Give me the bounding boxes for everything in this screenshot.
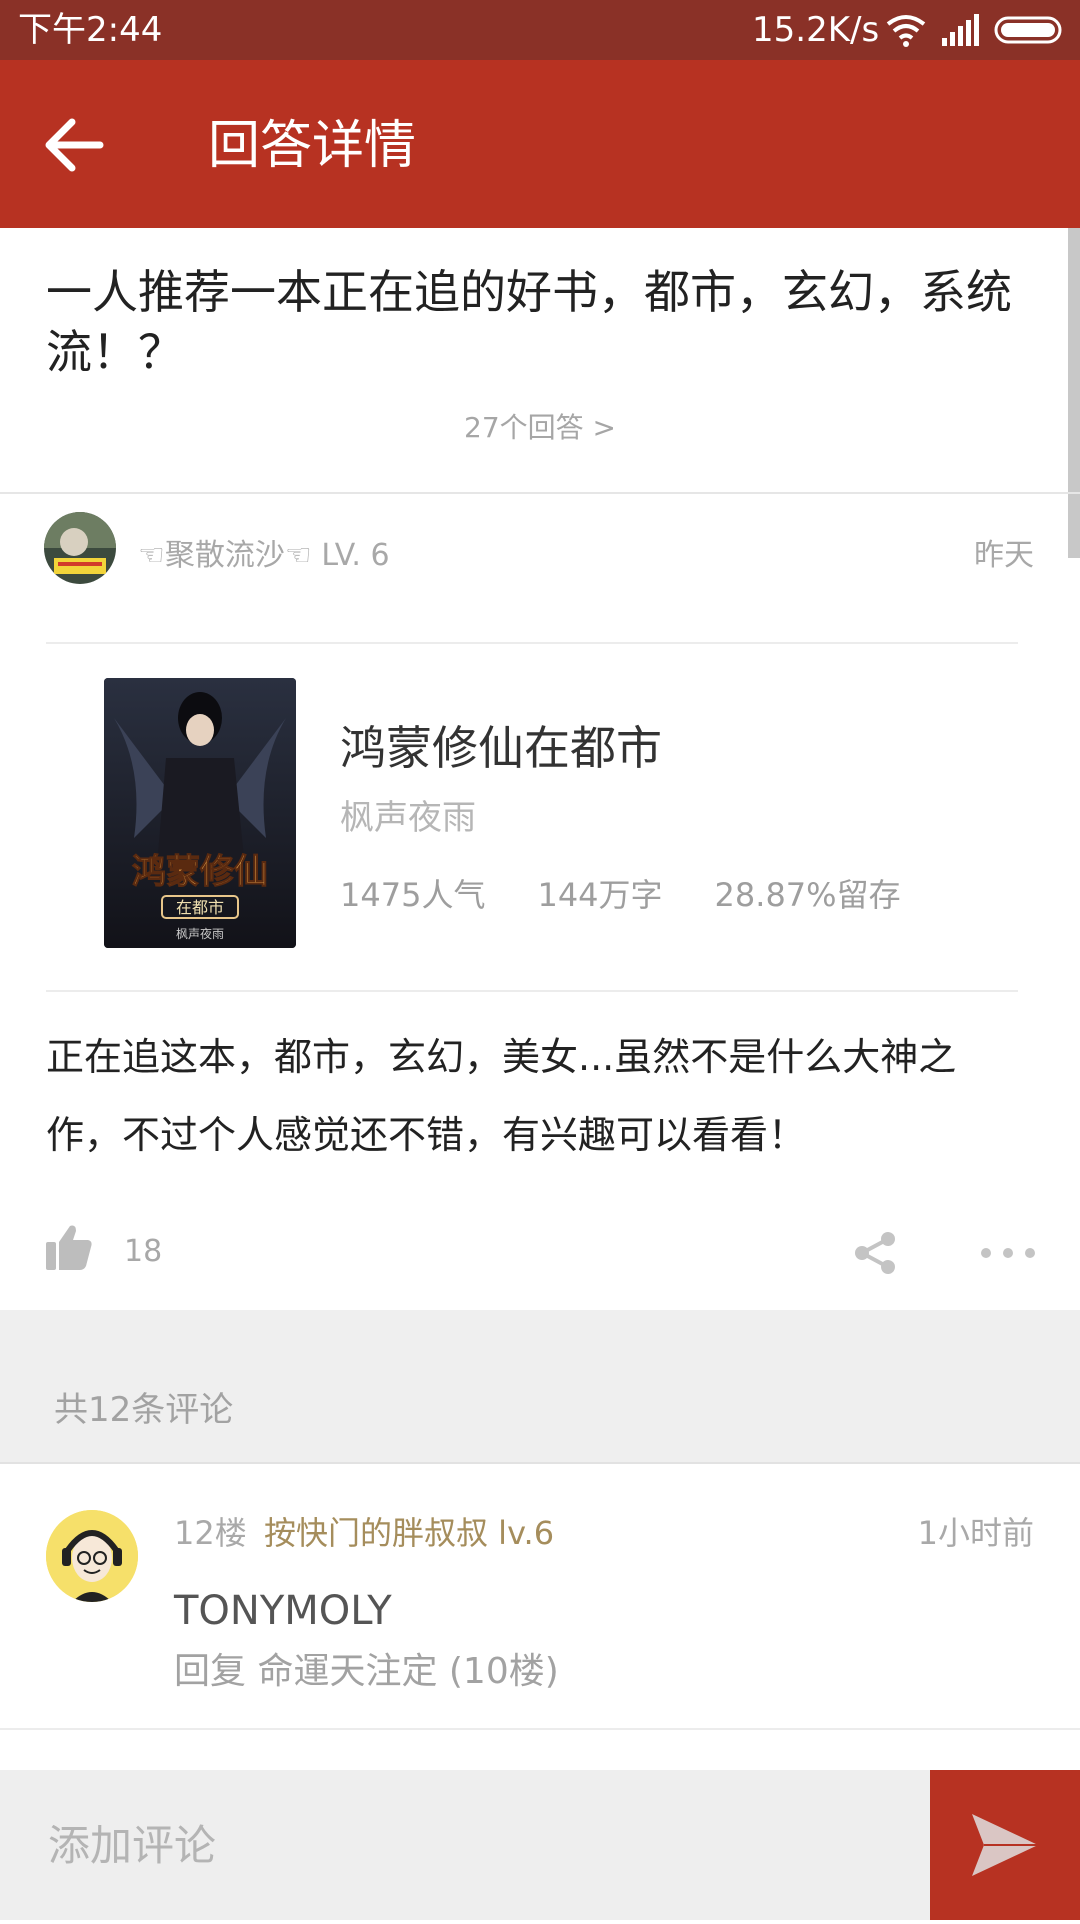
book-retention: 28.87%留存 xyxy=(714,876,901,914)
signal-icon xyxy=(942,14,979,46)
post-time: 昨天 xyxy=(974,538,1034,573)
divider xyxy=(0,492,1080,494)
author-name[interactable]: ☜聚散流沙☜ LV. 6 xyxy=(138,530,390,574)
wifi-icon xyxy=(886,15,926,47)
status-time: 下午2:44 xyxy=(18,10,163,50)
divider xyxy=(46,642,1018,644)
network-speed: 15.2K/s xyxy=(752,10,880,50)
question-title: 一人推荐一本正在追的好书，都市，玄幻，系统流！？ xyxy=(46,265,1012,379)
commenter-avatar[interactable] xyxy=(46,1510,138,1602)
book-cover[interactable]: 鸿蒙修仙 在都市 枫声夜雨 xyxy=(104,678,296,948)
comment-input[interactable] xyxy=(0,1770,930,1920)
status-bar: 下午2:44 15.2K/s xyxy=(0,0,1080,60)
book-title[interactable]: 鸿蒙修仙在都市 xyxy=(340,712,662,778)
share-icon[interactable] xyxy=(852,1230,898,1276)
app-bar: 回答详情 xyxy=(0,60,1080,228)
like-count: 18 xyxy=(124,1234,163,1269)
scrollbar-thumb[interactable] xyxy=(1068,228,1080,558)
book-stats: 1475人气 144万字 28.87%留存 xyxy=(340,870,953,916)
comment-item[interactable]: 12楼 按快门的胖叔叔 lv.6 1小时前 TONYMOLY 回复 命運天注定 … xyxy=(0,1464,1080,1730)
comment-floor: 12楼 xyxy=(174,1514,247,1552)
answer-text: 正在追这本，都市，玄幻，美女...虽然不是什么大神之作，不过个人感觉还不错，有兴… xyxy=(46,1035,957,1157)
page-title: 回答详情 xyxy=(208,116,417,176)
book-cover-author: 枫声夜雨 xyxy=(176,926,224,941)
comments-count: 共12条评论 xyxy=(54,1390,234,1430)
book-cover-title: 鸿蒙修仙 xyxy=(132,852,268,892)
comment-time: 1小时前 xyxy=(917,1514,1034,1552)
book-word-count: 144万字 xyxy=(537,876,663,914)
back-arrow-icon[interactable] xyxy=(30,100,120,190)
thumbs-up-icon[interactable] xyxy=(44,1222,94,1272)
divider xyxy=(46,990,1018,992)
book-author: 枫声夜雨 xyxy=(340,798,476,838)
send-button[interactable] xyxy=(930,1770,1080,1920)
answers-count-link[interactable]: 27个回答 > xyxy=(0,406,1080,446)
comment-input-bar xyxy=(0,1770,1080,1920)
book-cover-subtitle: 在都市 xyxy=(176,898,224,917)
send-icon xyxy=(972,1814,1038,1876)
more-options-icon[interactable] xyxy=(978,1230,1038,1276)
book-card[interactable]: 鸿蒙修仙 在都市 枫声夜雨 鸿蒙修仙在都市 枫声夜雨 1475人气 144万字 28… xyxy=(46,660,1018,990)
comment-username[interactable]: 按快门的胖叔叔 lv.6 xyxy=(264,1508,554,1554)
comment-text: TONYMOLY xyxy=(174,1588,392,1634)
battery-icon xyxy=(994,16,1062,44)
book-popularity: 1475人气 xyxy=(340,876,486,914)
author-avatar[interactable] xyxy=(44,512,116,584)
comment-reply-reference[interactable]: 回复 命運天注定 (10楼) xyxy=(174,1642,559,1694)
comments-header: 共12条评论 xyxy=(0,1310,1080,1464)
